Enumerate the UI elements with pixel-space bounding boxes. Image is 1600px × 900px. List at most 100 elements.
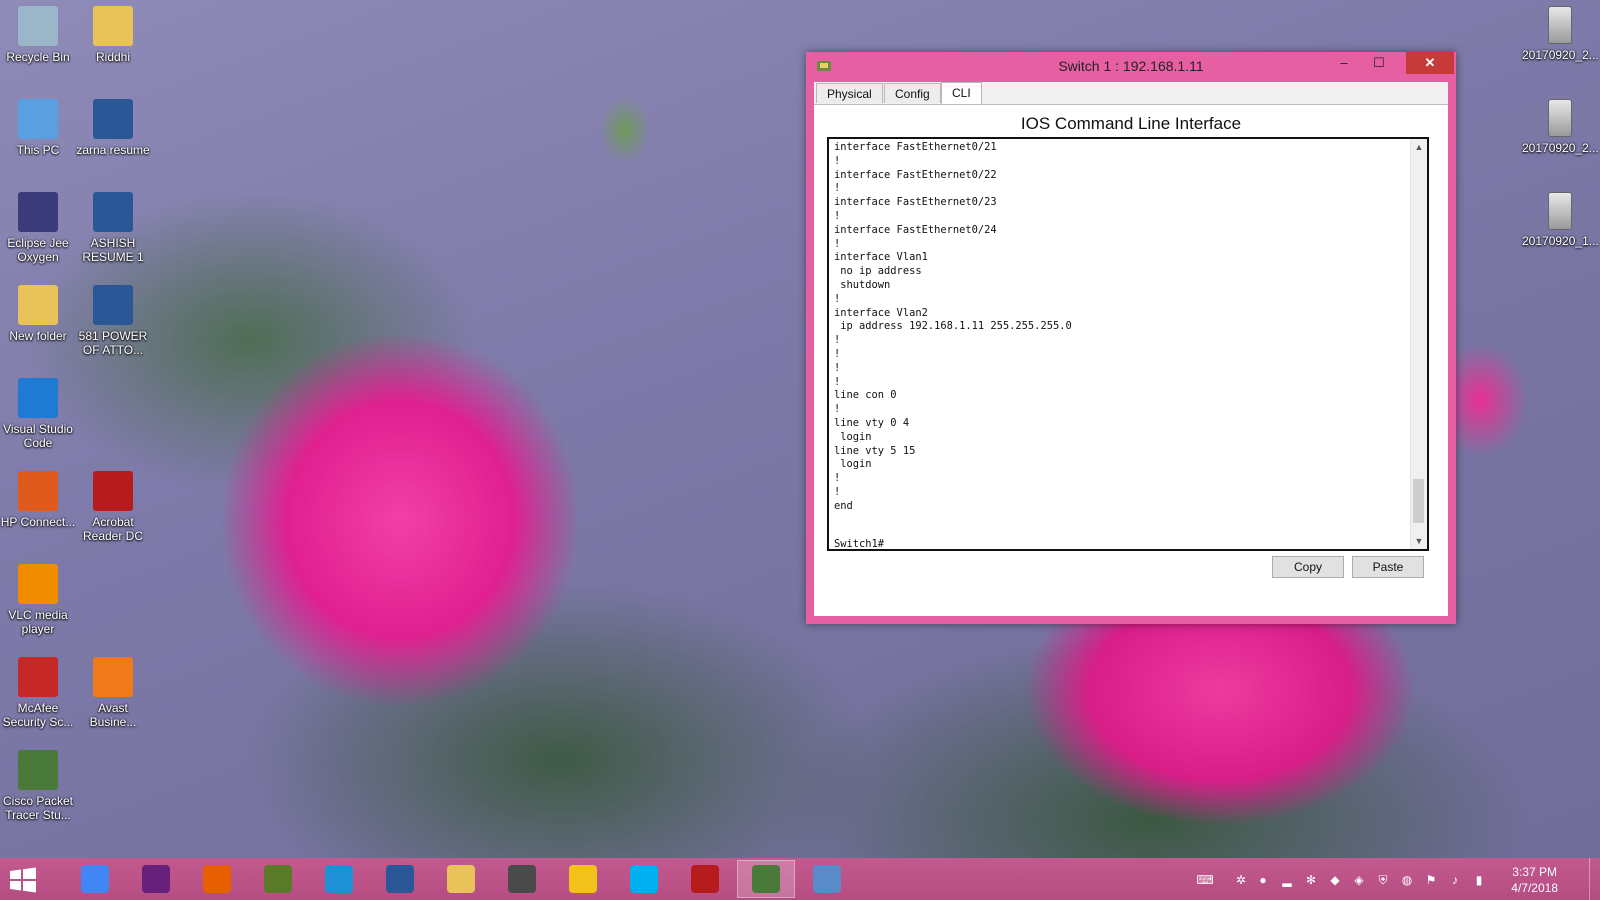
- tray-app-icon-3[interactable]: ◈: [1352, 873, 1366, 887]
- tray-app-icon[interactable]: ●: [1256, 873, 1270, 887]
- vlc-icon: [18, 564, 58, 604]
- desktop-icon-label: ASHISH RESUME 1: [82, 236, 144, 264]
- action-center-icon[interactable]: ⚑: [1424, 873, 1438, 887]
- desktop-icon-label: 581 POWER OF ATTO...: [78, 329, 148, 357]
- terminal-line: !: [834, 361, 841, 374]
- power-icon[interactable]: ▮: [1472, 873, 1486, 887]
- word-doc-icon: [93, 99, 133, 139]
- scrollbar-thumb[interactable]: [1413, 479, 1424, 523]
- security-icon[interactable]: ⛨: [1376, 873, 1390, 887]
- taskbar-app-button[interactable]: [249, 860, 307, 898]
- taskbar-app-button[interactable]: [676, 860, 734, 898]
- desktop-icon-label: HP Connect...: [0, 515, 76, 529]
- hp-connect-icon: [18, 471, 58, 511]
- desktop-icon[interactable]: Acrobat Reader DC: [75, 471, 151, 543]
- signal-icon[interactable]: ▂: [1280, 873, 1294, 887]
- bluetooth-icon[interactable]: ✻: [1304, 873, 1318, 887]
- desktop-icon[interactable]: Riddhi: [75, 6, 151, 64]
- acrobat-icon: [93, 471, 133, 511]
- maximize-button[interactable]: ☐: [1356, 52, 1402, 74]
- word-icon: [386, 865, 414, 893]
- desktop-icon[interactable]: McAfee Security Sc...: [0, 657, 76, 729]
- tray-app-icon-2[interactable]: ◆: [1328, 873, 1342, 887]
- cli-terminal[interactable]: interface FastEthernet0/21! interface Fas…: [827, 137, 1429, 551]
- terminal-line: !: [834, 347, 841, 360]
- scroll-up-icon[interactable]: ▲: [1411, 139, 1427, 155]
- desktop-icon[interactable]: VLC media player: [0, 564, 76, 636]
- terminal-line: interface FastEthernet0/23: [834, 196, 997, 209]
- terminal-line: interface Vlan1: [834, 251, 928, 264]
- desktop-icon[interactable]: Cisco Packet Tracer Stu...: [0, 750, 76, 822]
- taskbar-app-button[interactable]: [371, 860, 429, 898]
- desktop-icon[interactable]: ASHISH RESUME 1: [75, 192, 151, 264]
- desktop-file-icon[interactable]: 20170920_2...: [1522, 99, 1599, 155]
- desktop-icon[interactable]: Visual Studio Code: [0, 378, 76, 450]
- desktop-icon-label: Recycle Bin: [6, 50, 70, 64]
- desktop-file-icon[interactable]: 20170920_2...: [1522, 6, 1599, 62]
- terminal-line: !: [834, 403, 841, 416]
- keyboard-icon[interactable]: ⌨: [1192, 873, 1218, 887]
- taskbar-app-button[interactable]: [737, 860, 795, 898]
- avast-tray-icon[interactable]: ◍: [1400, 873, 1414, 887]
- image-file-icon: [1548, 6, 1572, 44]
- tab-cli[interactable]: CLI: [941, 82, 982, 104]
- terminal-scrollbar[interactable]: ▲ ▼: [1410, 139, 1427, 549]
- taskbar-app-button[interactable]: [615, 860, 673, 898]
- terminal-line: !: [834, 154, 841, 167]
- title-bar[interactable]: Switch 1 : 192.168.1.11 – ☐ ✕: [806, 52, 1456, 82]
- scroll-down-icon[interactable]: ▼: [1411, 533, 1427, 549]
- terminal-output: interface FastEthernet0/21! interface Fas…: [834, 141, 1405, 514]
- folder-icon: [18, 285, 58, 325]
- copy-button[interactable]: Copy: [1272, 556, 1344, 578]
- system-clock[interactable]: 3:37 PM 4/7/2018: [1511, 864, 1558, 896]
- taskbar-app-button[interactable]: [493, 860, 551, 898]
- folder-icon: [93, 6, 133, 46]
- taskbar-app-button[interactable]: [127, 860, 185, 898]
- desktop-icon[interactable]: HP Connect...: [0, 471, 76, 529]
- desktop-file-icon[interactable]: 20170920_1...: [1522, 192, 1599, 248]
- desktop-icon[interactable]: Eclipse Jee Oxygen: [0, 192, 76, 264]
- desktop-icon[interactable]: zarna resume: [75, 99, 151, 157]
- clock-time: 3:37 PM: [1512, 865, 1557, 879]
- desktop-icon[interactable]: Recycle Bin: [0, 6, 76, 64]
- terminal-line: !: [834, 375, 841, 388]
- volume-icon[interactable]: ♪: [1448, 873, 1462, 887]
- taskbar-app-button[interactable]: [798, 860, 856, 898]
- desktop-icon-label: Eclipse Jee Oxygen: [7, 236, 69, 264]
- terminal-line: end: [834, 499, 853, 512]
- desktop-icon-label: Riddhi: [95, 50, 131, 64]
- desktop-icon[interactable]: New folder: [0, 285, 76, 343]
- sublime-icon: [508, 865, 536, 893]
- eclipse-icon: [18, 192, 58, 232]
- recycle-bin-icon: [18, 6, 58, 46]
- tab-config[interactable]: Config: [884, 83, 941, 103]
- avast-icon: [93, 657, 133, 697]
- desktop-icon[interactable]: Avast Busine...: [75, 657, 151, 729]
- taskbar-app-button[interactable]: [188, 860, 246, 898]
- mcafee-icon: [18, 657, 58, 697]
- taskbar-app-button[interactable]: [310, 860, 368, 898]
- acrobat-icon: [691, 865, 719, 893]
- terminal-prompt[interactable]: Switch1#: [834, 538, 884, 549]
- close-button[interactable]: ✕: [1406, 52, 1454, 74]
- terminal-line: interface FastEthernet0/22: [834, 168, 997, 181]
- taskbar-app-button[interactable]: [554, 860, 612, 898]
- desktop-icon-label: Visual Studio Code: [3, 422, 73, 450]
- windows-start-icon[interactable]: [6, 866, 40, 894]
- paste-button[interactable]: Paste: [1352, 556, 1424, 578]
- network-settings-icon[interactable]: ✲: [1234, 873, 1248, 887]
- terminal-line: interface FastEthernet0/21: [834, 141, 997, 153]
- word-doc-icon: [93, 192, 133, 232]
- terminal-line: line vty 0 4: [834, 416, 910, 429]
- desktop-icon-label: Cisco Packet Tracer Stu...: [2, 794, 74, 822]
- terminal-line: !: [834, 182, 841, 195]
- taskbar-app-button[interactable]: [66, 860, 124, 898]
- tab-physical[interactable]: Physical: [816, 83, 883, 103]
- show-desktop-button[interactable]: [1589, 858, 1600, 900]
- taskbar-app-button[interactable]: [432, 860, 490, 898]
- desktop-icon[interactable]: 581 POWER OF ATTO...: [75, 285, 151, 357]
- terminal-line: line vty 5 15: [834, 444, 916, 457]
- desktop-icon[interactable]: This PC: [0, 99, 76, 157]
- desktop-icon-label: Avast Busine...: [89, 701, 137, 729]
- cli-heading: IOS Command Line Interface: [1020, 114, 1242, 133]
